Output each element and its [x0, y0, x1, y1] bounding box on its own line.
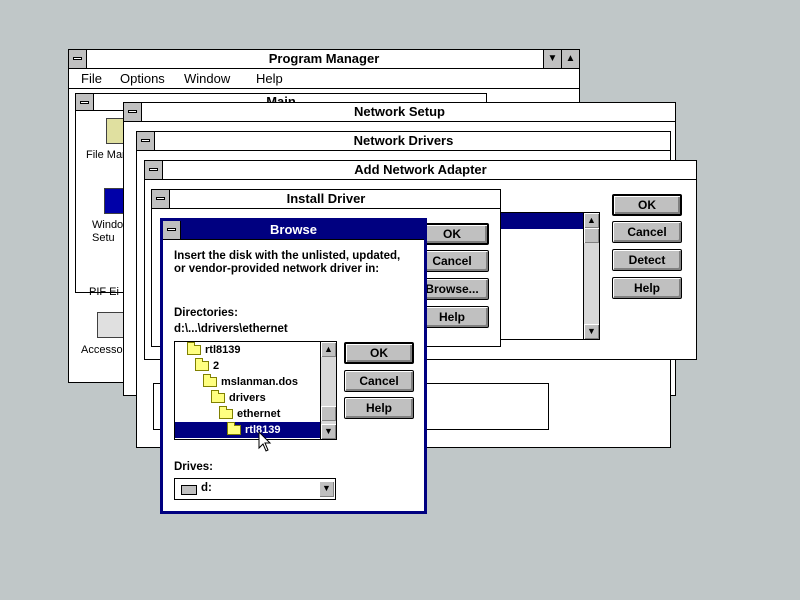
dir-scroll-down-icon[interactable]: ▼ — [321, 424, 336, 439]
network-drivers-title: Network Drivers — [353, 133, 454, 148]
folder-icon — [219, 406, 233, 420]
scroll-down-icon[interactable]: ▼ — [584, 324, 599, 339]
directory-item-label: 2 — [213, 360, 220, 372]
network-setup-title: Network Setup — [353, 104, 445, 119]
directory-item-label: ethernet — [237, 408, 281, 420]
add-adapter-system-icon[interactable] — [145, 161, 163, 179]
directory-item[interactable]: drivers — [175, 390, 320, 406]
network-setup-system-icon[interactable] — [124, 103, 142, 121]
drives-dropdown[interactable]: d: ▼ — [174, 478, 336, 500]
install-driver-titlebar[interactable]: Install Driver — [152, 190, 500, 209]
open-folder-icon — [227, 422, 241, 436]
browse-help-button[interactable]: Help — [344, 397, 414, 419]
drive-value: d: — [201, 482, 212, 494]
program-manager-title: Program Manager — [268, 51, 380, 66]
maximize-icon[interactable]: ▲ — [561, 50, 579, 68]
network-drivers-system-icon[interactable] — [137, 132, 155, 150]
dir-scroll-up-icon[interactable]: ▲ — [321, 342, 336, 357]
directory-item[interactable]: 2 — [175, 358, 320, 374]
menu-help[interactable]: Help — [256, 71, 283, 86]
dropdown-arrow-icon[interactable]: ▼ — [319, 481, 334, 497]
folder-icon — [195, 358, 209, 372]
current-path: d:\...\drivers\ethernet — [174, 323, 288, 335]
add-adapter-detect-button[interactable]: Detect — [612, 249, 682, 271]
accessories-label[interactable]: Accesso — [81, 344, 123, 356]
directory-scrollbar[interactable]: ▲ ▼ — [320, 342, 336, 439]
drive-icon — [181, 485, 197, 495]
browse-instruction: Insert the disk with the unlisted, updat… — [174, 250, 401, 275]
menu-bar: File Options Window Help — [69, 69, 579, 89]
add-adapter-title: Add Network Adapter — [354, 162, 487, 177]
browse-cancel-button[interactable]: Cancel — [344, 370, 414, 392]
program-manager-titlebar[interactable]: Program Manager ▼ ▲ — [69, 50, 579, 69]
file-manager-label[interactable]: File Mar — [86, 149, 126, 161]
accessories-icon[interactable] — [97, 312, 125, 338]
add-adapter-help-button[interactable]: Help — [612, 277, 682, 299]
mouse-cursor-icon — [258, 431, 272, 452]
menu-file[interactable]: File — [81, 71, 102, 86]
browse-dialog: Browse Insert the disk with the unlisted… — [160, 218, 427, 514]
directory-item-label: mslanman.dos — [221, 376, 299, 388]
scroll-up-icon[interactable]: ▲ — [584, 213, 599, 228]
directory-item-label: drivers — [229, 392, 266, 404]
browse-title: Browse — [270, 222, 317, 237]
adapter-list-scrollbar[interactable]: ▲ ▼ — [583, 213, 599, 339]
network-drivers-titlebar[interactable]: Network Drivers — [137, 132, 670, 151]
directory-item[interactable]: mslanman.dos — [175, 374, 320, 390]
minimize-icon[interactable]: ▼ — [543, 50, 561, 68]
add-adapter-ok-button[interactable]: OK — [612, 194, 682, 216]
drives-label: Drives: — [174, 461, 213, 473]
browse-system-menu-icon[interactable] — [163, 221, 181, 239]
scroll-thumb[interactable] — [584, 228, 599, 243]
folder-icon — [187, 342, 201, 356]
install-driver-system-icon[interactable] — [152, 190, 170, 208]
directory-list[interactable]: rtl8139 2 mslanman.dos drivers ethernet rtl81… — [174, 341, 337, 440]
directories-label: Directories: — [174, 307, 238, 319]
system-menu-icon[interactable] — [69, 50, 87, 68]
browse-titlebar[interactable]: Browse — [163, 221, 424, 240]
folder-icon — [211, 390, 225, 404]
group-system-menu-icon[interactable] — [76, 94, 94, 110]
directory-item[interactable]: rtl8139 — [175, 422, 320, 438]
browse-ok-button[interactable]: OK — [344, 342, 414, 364]
folder-icon — [203, 374, 217, 388]
add-adapter-cancel-button[interactable]: Cancel — [612, 221, 682, 243]
directory-item[interactable]: rtl8139 — [175, 342, 320, 358]
add-adapter-titlebar[interactable]: Add Network Adapter — [145, 161, 696, 180]
install-driver-title: Install Driver — [286, 191, 366, 206]
directory-item-label: rtl8139 — [205, 344, 241, 356]
network-setup-titlebar[interactable]: Network Setup — [124, 103, 675, 122]
windows-setup-label[interactable]: Windo Setu — [92, 219, 123, 245]
menu-options[interactable]: Options — [120, 71, 165, 86]
pif-editor-label[interactable]: PIF Ei — [89, 286, 119, 298]
directory-item[interactable]: ethernet — [175, 406, 320, 422]
menu-window[interactable]: Window — [184, 71, 230, 86]
dir-scroll-thumb[interactable] — [321, 406, 336, 421]
